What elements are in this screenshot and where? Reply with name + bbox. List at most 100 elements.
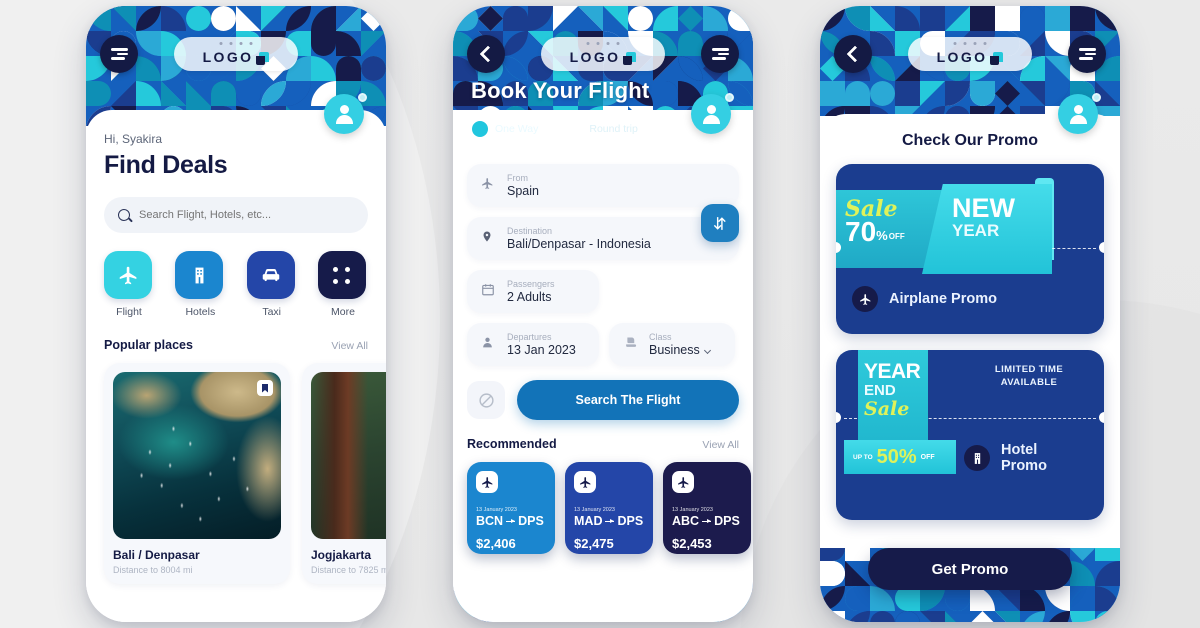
popular-places-header: Popular places View All [104, 338, 368, 352]
promo-label-line-1: Hotel [1001, 442, 1038, 458]
place-name: Jogjakarta [311, 548, 372, 562]
flight-price: $2,475 [574, 536, 614, 551]
page-title: Find Deals [104, 151, 228, 179]
promo-label: Hotel Promo [1001, 442, 1047, 474]
taxi-car-icon [262, 269, 279, 282]
flight-destination: DPS [714, 514, 740, 528]
flight-card-icon-wrap [574, 471, 596, 493]
taxi-tile [246, 251, 295, 299]
flight-origin: MAD [574, 514, 603, 528]
hotels-tile [175, 251, 224, 299]
quick-action-flight[interactable]: Flight [104, 251, 154, 318]
bali-photo [113, 372, 281, 539]
airplane-icon [481, 476, 492, 488]
filter-toggle-button[interactable] [467, 381, 505, 419]
logo-text: LOGO [569, 49, 621, 65]
banner-percent-sign: % [876, 228, 888, 244]
swap-button[interactable] [701, 204, 739, 242]
quick-action-taxi[interactable]: Taxi [246, 251, 297, 318]
promo-page-title: Check Our Promo [901, 132, 1039, 149]
logo-dots-icon [586, 42, 620, 45]
hamburger-menu-icon [1078, 48, 1096, 60]
get-promo-button[interactable]: Get Promo [868, 548, 1072, 590]
promo-card-hotel[interactable]: YEAR END Sale UP TO 50% OFF LIMITED TIME… [836, 350, 1104, 520]
search-flight-button[interactable]: Search The Flight [517, 380, 739, 420]
tab-one-way[interactable]: One Way [467, 116, 552, 142]
bookmark-button[interactable] [257, 380, 273, 396]
search-bar[interactable] [104, 197, 368, 233]
recommended-flights-list: 13 January 2023 BCN DPS $2,406 13 January… [467, 462, 751, 554]
round-trip-icon [566, 121, 583, 137]
flight-tile [104, 251, 152, 299]
flight-card-abc-dps[interactable]: 13 January 2023 ABC DPS $2,453 [663, 462, 751, 554]
field-passengers[interactable]: Passengers 2 Adults [467, 270, 599, 313]
user-avatar-booking[interactable] [691, 93, 734, 134]
banner-line2: END [864, 382, 896, 400]
field-class[interactable]: Class Business [609, 323, 735, 366]
user-avatar-icon [1073, 105, 1083, 114]
menu-button-booking[interactable] [701, 35, 739, 73]
more-tile [317, 251, 366, 299]
booking-screen: LOGO Book Your Flight One Way Round trip [453, 6, 753, 622]
field-destination[interactable]: Destination Bali/Denpasar - Indonesia [467, 217, 739, 260]
field-from[interactable]: From Spain [467, 164, 739, 207]
promo-label: Airplane Promo [889, 290, 997, 307]
airplane-icon [119, 266, 136, 284]
swap-vertical-arrows-icon [713, 216, 726, 230]
field-departures[interactable]: Departures 13 Jan 2023 [467, 323, 599, 366]
promo-card-airplane[interactable]: Sale 70 % OFF NEW YEAR Airplane Promo [836, 164, 1104, 334]
flight-route: MAD DPS [574, 514, 644, 528]
no-filter-icon [478, 392, 494, 408]
place-card-bali[interactable]: Bali / Denpasar Distance to 8004 mi [104, 363, 290, 584]
seat-icon [623, 335, 638, 355]
place-card-jogjakarta[interactable]: Jogjakarta Distance to 7825 mi [302, 363, 386, 584]
view-all-link[interactable]: View All [702, 439, 739, 451]
menu-button-home[interactable] [100, 35, 138, 73]
search-icon [118, 209, 130, 221]
calendar-icon [481, 282, 495, 301]
banner-off-label: OFF [888, 232, 905, 242]
airplane-icon [579, 476, 590, 488]
flight-card-icon-wrap [476, 471, 498, 493]
ticket-notch-left [836, 412, 841, 423]
home-content-sheet: Hi, Syakira Find Deals Flight [86, 110, 386, 622]
flight-price: $2,453 [672, 536, 712, 551]
map-pin-icon [481, 229, 493, 249]
airplane-icon [677, 476, 688, 488]
back-chevron-icon [479, 45, 497, 63]
departure-class-row: Departures 13 Jan 2023 Class Business [467, 323, 739, 366]
user-avatar-promo[interactable] [1058, 93, 1101, 134]
field-value: Spain [507, 184, 539, 198]
arrow-right-icon [506, 518, 516, 524]
user-avatar-home[interactable] [324, 93, 367, 134]
quick-action-hotels[interactable]: Hotels [175, 251, 225, 318]
tab-round-trip[interactable]: Round trip [561, 116, 651, 142]
back-button-booking[interactable] [467, 35, 505, 73]
user-avatar-icon [339, 105, 349, 114]
booking-content-sheet: From Spain Destination Bali/Denpasar - I… [453, 146, 753, 622]
banner-line1: YEAR [864, 360, 921, 383]
hotel-building-icon [974, 452, 980, 464]
hotel-promo-row: Hotel Promo [964, 442, 1047, 474]
flight-card-mad-dps[interactable]: 13 January 2023 MAD DPS $2,475 [565, 462, 653, 554]
field-value: 2 Adults [507, 290, 552, 304]
search-action-row: Search The Flight [467, 380, 739, 420]
logo-text: LOGO [936, 49, 988, 65]
flight-origin: ABC [672, 514, 700, 528]
chevron-down-icon [703, 347, 711, 355]
quick-action-more[interactable]: More [317, 251, 368, 318]
tab-label: Round trip [589, 123, 638, 135]
quick-action-label: Flight [116, 306, 142, 318]
ticket-notch-right [1099, 242, 1104, 253]
back-button-promo[interactable] [834, 35, 872, 73]
trip-type-tabs: One Way Round trip [467, 116, 651, 142]
airplane-takeoff-icon [481, 176, 494, 196]
promo-icon-wrap [964, 445, 990, 472]
flight-card-bcn-dps[interactable]: 13 January 2023 BCN DPS $2,406 [467, 462, 555, 554]
app-logo-promo: LOGO [908, 37, 1032, 71]
menu-button-promo[interactable] [1068, 35, 1106, 73]
search-input[interactable] [139, 209, 354, 221]
field-label: Passengers [507, 279, 555, 289]
popular-places-list: Bali / Denpasar Distance to 8004 mi Jogj… [104, 363, 386, 584]
view-all-link[interactable]: View All [331, 340, 368, 352]
